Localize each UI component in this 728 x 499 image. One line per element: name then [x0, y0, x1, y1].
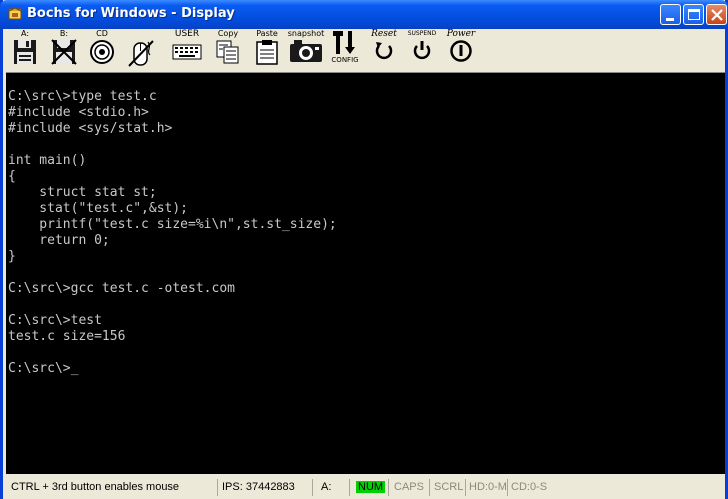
copy-button[interactable]: Copy — [211, 29, 245, 69]
copy-icon — [216, 40, 239, 64]
reset-button[interactable]: Reset — [366, 29, 402, 69]
keyboard-icon — [172, 44, 202, 60]
terminal-line: C:\src\>test — [8, 313, 102, 328]
status-scrl: SCRL — [429, 479, 465, 496]
terminal-line: int main() — [8, 153, 87, 168]
status-caps: CAPS — [388, 479, 428, 496]
terminal-line: #include <sys/stat.h> — [8, 121, 173, 136]
suspend-button[interactable]: SUSPEND — [405, 29, 439, 69]
floppy-a-label: A: — [20, 29, 30, 38]
reset-icon — [375, 42, 393, 60]
status-hint: CTRL + 3rd button enables mouse — [11, 481, 180, 493]
copy-label: Copy — [217, 29, 239, 38]
snapshot-button[interactable]: snapshot — [287, 29, 325, 69]
terminal-line: test.c size=156 — [8, 329, 126, 344]
terminal-line: C:\src\>_ — [8, 361, 79, 376]
terminal-line: #include <stdio.h> — [8, 105, 149, 120]
paste-button[interactable]: Paste — [251, 29, 283, 69]
text-cursor: _ — [70, 361, 79, 376]
cdrom-icon — [90, 40, 114, 64]
reset-label: Reset — [371, 29, 397, 39]
mouse-button[interactable] — [124, 29, 158, 69]
emulator-display[interactable]: C:\src\>type test.c #include <stdio.h> #in… — [6, 72, 725, 474]
terminal-line: C:\src\>type test.c — [8, 89, 157, 104]
window-title: Bochs for Windows - Display — [27, 6, 235, 21]
title-bar[interactable]: Bochs for Windows - Display — [0, 0, 728, 29]
close-icon — [711, 9, 723, 21]
suspend-icon — [413, 41, 431, 60]
clipboard-icon — [256, 40, 278, 65]
status-ips: IPS: 37442883 — [217, 479, 307, 496]
terminal-line: struct stat st; — [8, 185, 157, 200]
snapshot-label: snapshot — [287, 29, 325, 38]
terminal-line: printf("test.c size=%i\n",st.st_size); — [8, 217, 337, 232]
terminal-line: C:\src\>gcc test.c -otest.com — [8, 281, 235, 296]
bochs-app-icon — [8, 7, 22, 20]
status-cd: CD:0-S — [507, 479, 549, 496]
terminal-output: C:\src\>type test.c #include <stdio.h> #in… — [8, 89, 337, 377]
camera-icon — [290, 40, 322, 62]
status-drive-a: A: — [312, 479, 348, 496]
floppy-b-label: B: — [59, 29, 69, 38]
user-label: USER — [174, 29, 200, 39]
maximize-button[interactable] — [683, 4, 704, 25]
user-button[interactable]: USER — [170, 29, 204, 69]
floppy-a-button[interactable]: A: — [9, 29, 41, 69]
maximize-icon — [688, 9, 700, 20]
floppy-disabled-icon — [51, 39, 77, 65]
terminal-line: { — [8, 169, 16, 184]
floppy-b-button[interactable]: B: — [48, 29, 80, 69]
power-icon — [450, 40, 472, 62]
minimize-icon — [666, 18, 674, 21]
power-label: Power — [446, 29, 476, 39]
config-button[interactable]: CONFIG — [329, 29, 361, 69]
close-button[interactable] — [706, 4, 727, 25]
num-lock-indicator: NUM — [356, 481, 386, 493]
terminal-line: } — [8, 249, 16, 264]
status-hd: HD:0-M — [465, 479, 507, 496]
status-num: NUM — [349, 479, 387, 496]
bochs-display-window: Bochs for Windows - Display A: B: CD USE… — [0, 0, 728, 499]
status-bar: CTRL + 3rd button enables mouse IPS: 374… — [3, 476, 725, 499]
paste-label: Paste — [256, 29, 278, 38]
cdrom-button[interactable]: CD — [86, 29, 118, 69]
cdrom-label: CD — [96, 29, 108, 38]
minimize-button[interactable] — [660, 4, 681, 25]
terminal-line: return 0; — [8, 233, 110, 248]
toolbar: A: B: CD USER Copy Paste snapshot CONFIG… — [3, 29, 725, 71]
floppy-icon — [14, 40, 36, 64]
mouse-disabled-icon — [128, 40, 154, 67]
suspend-label: SUSPEND — [407, 30, 437, 37]
terminal-line: stat("test.c",&st); — [8, 201, 189, 216]
power-button[interactable]: Power — [443, 29, 479, 69]
config-label: CONFIG — [331, 56, 359, 64]
config-tools-icon — [333, 31, 355, 54]
